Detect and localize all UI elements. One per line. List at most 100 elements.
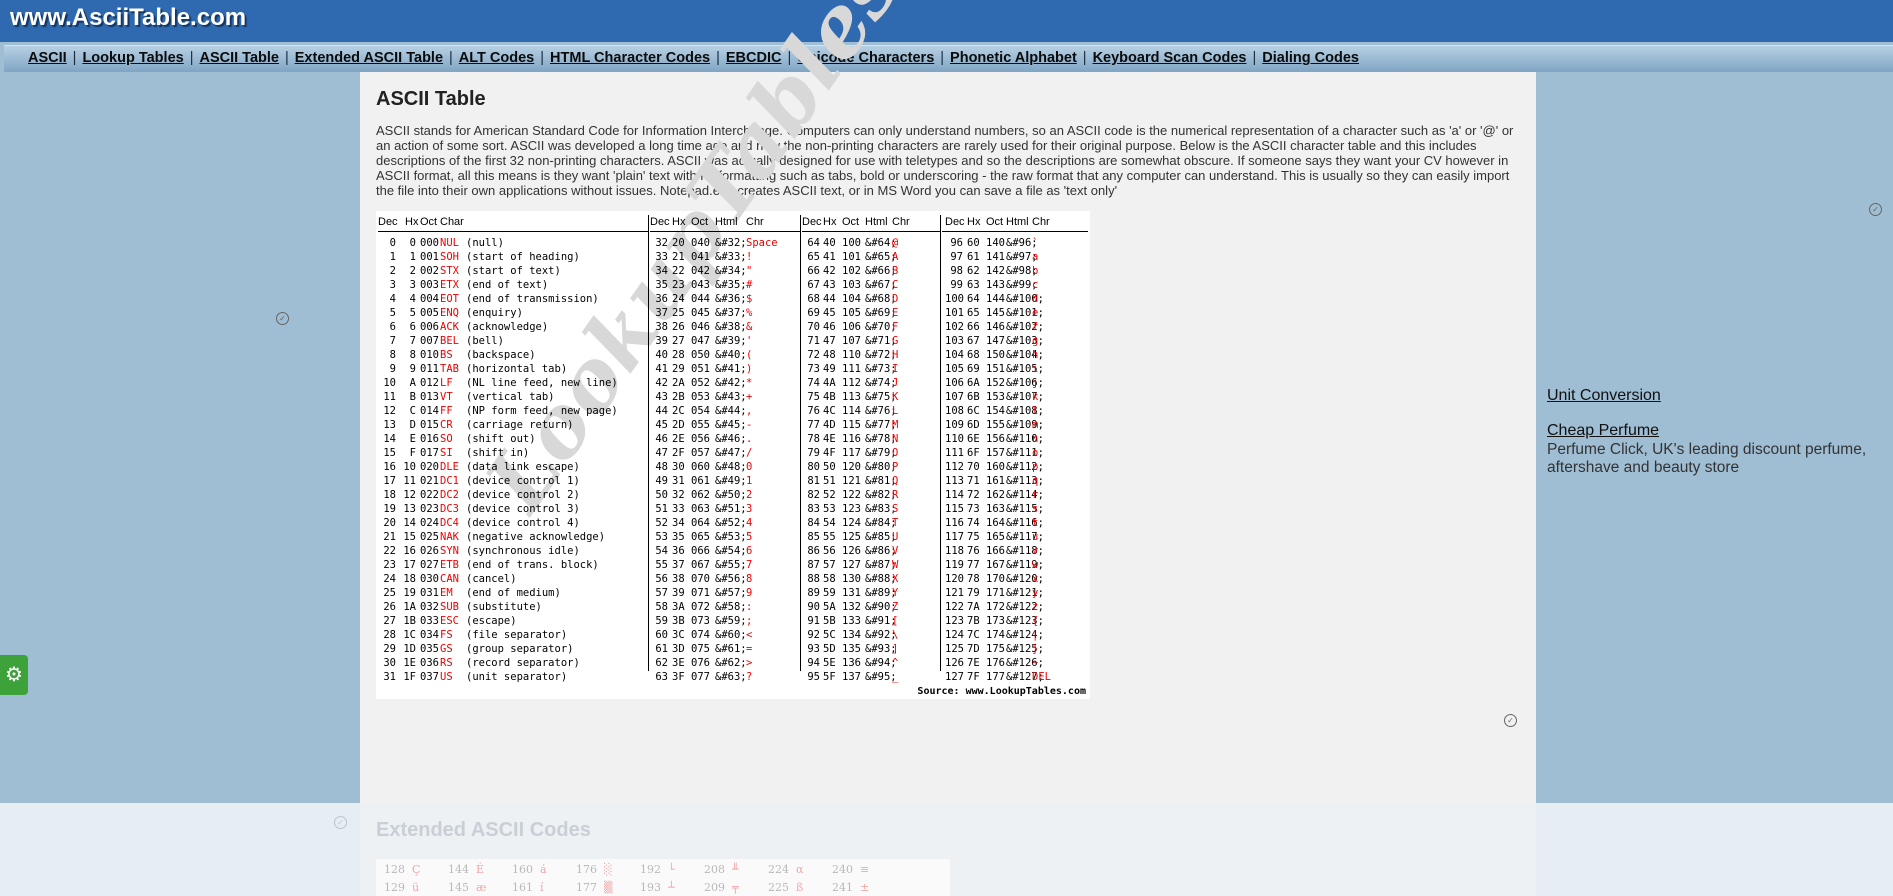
- table-cell: EOT: [440, 293, 459, 305]
- ad-choices-icon[interactable]: ✓: [1504, 714, 1517, 727]
- extended-char: í: [540, 881, 544, 894]
- table-cell: 127: [945, 671, 964, 683]
- table-cell: 43: [823, 279, 836, 291]
- table-cell: DC1: [440, 475, 459, 487]
- table-cell: 147: [986, 335, 1005, 347]
- nav-link-phonetic-alphabet[interactable]: Phonetic Alphabet: [950, 50, 1077, 66]
- table-cell: 142: [986, 265, 1005, 277]
- table-cell: 037: [420, 671, 439, 683]
- table-row: 49 31 061 &#49; 1: [650, 475, 800, 489]
- table-cell: (device control 2): [466, 489, 580, 501]
- table-cell: 52: [823, 489, 836, 501]
- table-cell: \: [892, 629, 899, 641]
- table-cell: 119: [945, 559, 964, 571]
- table-cell: 121: [842, 475, 861, 487]
- table-cell: 040: [691, 237, 710, 249]
- table-cell: 057: [691, 447, 710, 459]
- table-cell: 042: [691, 265, 710, 277]
- table-cell: 6C: [967, 405, 980, 417]
- table-cell: 42: [823, 265, 836, 277]
- table-cell: 032: [420, 601, 439, 613]
- table-row: 50 32 062 &#50; 2: [650, 489, 800, 503]
- table-row: 93 5D 135 &#93;]: [802, 643, 940, 657]
- table-cell: &#35;: [715, 279, 747, 291]
- table-cell: 79: [807, 447, 820, 459]
- table-cell: 3B: [672, 615, 685, 627]
- table-cell: 54: [655, 545, 668, 557]
- settings-gear-button[interactable]: ⚙: [0, 655, 28, 695]
- table-cell: 37: [672, 559, 685, 571]
- table-cell: 117: [842, 447, 861, 459]
- table-cell: &#37;: [715, 307, 747, 319]
- table-cell: W: [892, 559, 899, 571]
- table-cell: b: [1032, 265, 1039, 277]
- table-cell: y: [1032, 587, 1039, 599]
- unit-conversion-link[interactable]: Unit Conversion: [1547, 387, 1661, 405]
- table-cell: 011: [420, 363, 439, 375]
- table-cell: 20: [383, 517, 396, 529]
- table-cell: 170: [986, 573, 1005, 585]
- nav-link-html-character-codes[interactable]: HTML Character Codes: [550, 50, 710, 66]
- table-cell: 13: [403, 503, 416, 515]
- table-cell: {: [1032, 615, 1039, 627]
- nav-link-extended-ascii-table[interactable]: Extended ASCII Table: [295, 50, 443, 66]
- cheap-perfume-link[interactable]: Cheap Perfume: [1547, 422, 1659, 440]
- table-cell: 047: [691, 335, 710, 347]
- table-cell: 122: [945, 601, 964, 613]
- table-cell: (NP form feed, new page): [466, 405, 618, 417]
- site-logo[interactable]: www.AsciiTable.com: [10, 4, 246, 32]
- nav-link-keyboard-scan-codes[interactable]: Keyboard Scan Codes: [1093, 50, 1247, 66]
- table-row: 45 2D 055 &#45; -: [650, 419, 800, 433]
- nav-link-alt-codes[interactable]: ALT Codes: [459, 50, 534, 66]
- table-cell: (NL line feed, new line): [466, 377, 618, 389]
- table-cell: ": [746, 265, 753, 277]
- nav-link-dialing-codes[interactable]: Dialing Codes: [1262, 50, 1359, 66]
- table-row: 5 5 005 ENQ (enquiry): [378, 307, 648, 321]
- extended-code: 161: [512, 881, 533, 894]
- table-cell: 157: [986, 447, 1005, 459]
- table-row: 114 72 162 &#114; r: [942, 489, 1088, 503]
- table-cell: 4D: [823, 419, 836, 431]
- table-cell: NUL: [440, 237, 459, 249]
- table-cell: 5C: [823, 629, 836, 641]
- table-row: 70 46 106 &#70; F: [802, 321, 940, 335]
- table-row: 41 29 051 &#41;): [650, 363, 800, 377]
- table-cell: 102: [945, 321, 964, 333]
- table-cell: 26: [672, 321, 685, 333]
- right-sidebar-lower: [1536, 803, 1893, 896]
- table-cell: 7F: [967, 671, 980, 683]
- table-cell: t: [1032, 517, 1039, 529]
- table-cell: 76: [807, 405, 820, 417]
- table-cell: 65: [807, 251, 820, 263]
- table-row: 22 16 026 SYN (synchronous idle): [378, 545, 648, 559]
- table-row: 59 3B 073 &#59;;: [650, 615, 800, 629]
- table-cell: 124: [945, 629, 964, 641]
- nav-link-ascii-table[interactable]: ASCII Table: [199, 50, 279, 66]
- table-cell: 68: [807, 293, 820, 305]
- table-cell: 076: [691, 657, 710, 669]
- table-cell: 104: [842, 293, 861, 305]
- nav-link-lookup-tables[interactable]: Lookup Tables: [82, 50, 183, 66]
- table-cell: (record separator): [466, 657, 580, 669]
- table-cell: 85: [807, 531, 820, 543]
- table-cell: 95: [807, 671, 820, 683]
- ad-choices-icon[interactable]: ✓: [334, 816, 347, 829]
- table-cell: x: [1032, 573, 1039, 585]
- table-cell: 15: [403, 531, 416, 543]
- table-row: 112 70 160 &#112; p: [942, 461, 1088, 475]
- nav-link-ascii[interactable]: ASCII: [28, 50, 67, 66]
- ad-choices-icon[interactable]: ✓: [1869, 203, 1882, 216]
- table-row: 35 23 043 &#35; #: [650, 279, 800, 293]
- table-cell: M: [892, 419, 899, 431]
- table-cell: 7: [389, 335, 396, 347]
- ad-choices-icon[interactable]: ✓: [276, 312, 289, 325]
- table-cell: 78: [807, 433, 820, 445]
- table-cell: &#46;: [715, 433, 747, 445]
- table-cell: 50: [655, 489, 668, 501]
- table-cell: DLE: [440, 461, 459, 473]
- table-cell: <: [746, 629, 753, 641]
- table-row: 54 36 066 &#54; 6: [650, 545, 800, 559]
- table-cell: 22: [383, 545, 396, 557]
- table-row: 58 3A 072 &#58;:: [650, 601, 800, 615]
- table-cell: 14: [403, 517, 416, 529]
